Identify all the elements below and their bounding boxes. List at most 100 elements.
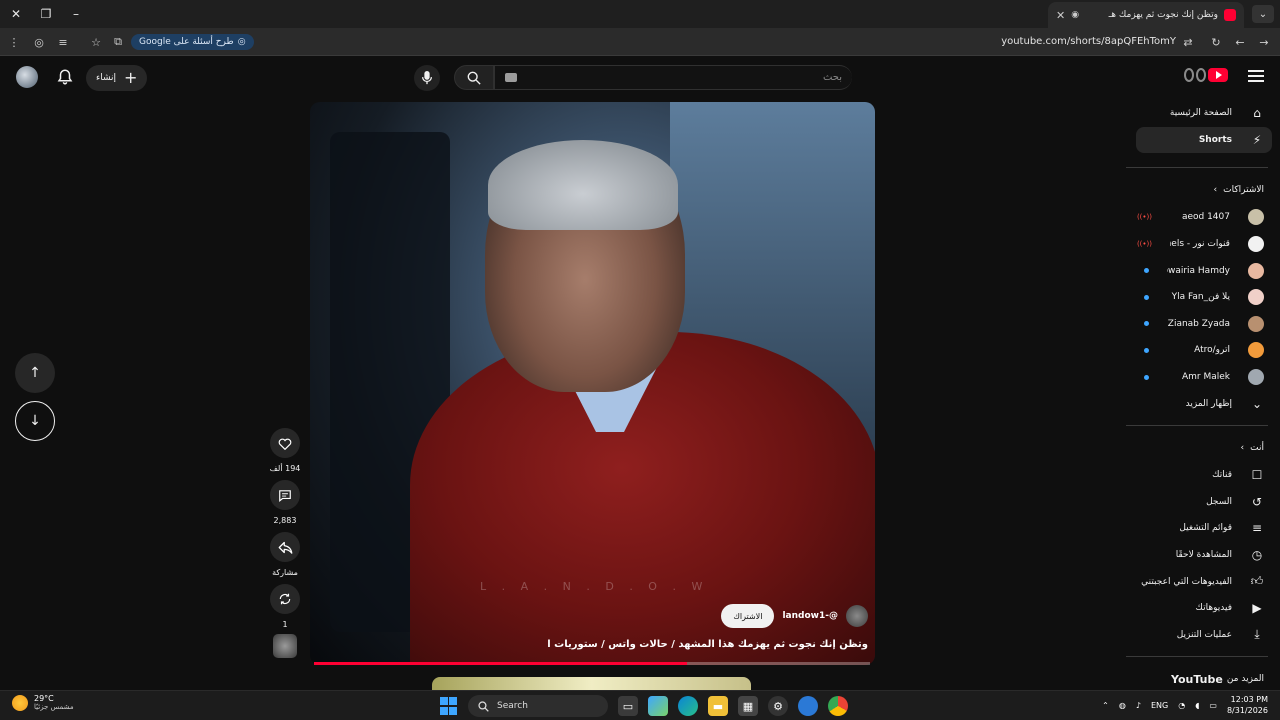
sidebar-item-playlist[interactable]: ≡ قوائم التشغيل (1126, 515, 1280, 542)
browser-menu-icon[interactable]: ⋮ (6, 34, 22, 50)
site-settings-icon[interactable]: ⇄ (1180, 34, 1196, 50)
sidebar-item-subscription[interactable]: Amr Malek (1126, 364, 1280, 391)
reload-icon[interactable]: ↻ (1208, 34, 1224, 50)
sidebar-item-subscription[interactable]: Zianab Zyada (1126, 311, 1280, 338)
ask-google-button[interactable]: ◎ طرح أسئلة على Google (131, 34, 254, 50)
close-window-icon[interactable]: ✕ (6, 4, 26, 24)
video-progress-bar[interactable] (314, 662, 870, 665)
windows-start-icon[interactable] (438, 696, 458, 716)
minimize-window-icon[interactable]: – (66, 4, 86, 24)
taskbar-search[interactable]: Search (468, 695, 608, 717)
bookmark-star-icon[interactable]: ☆ (88, 34, 104, 50)
weather-widget[interactable]: 29°C مشمس جزئيًا (12, 694, 74, 711)
show-more-button[interactable]: ⌄ إظهار المزيد (1126, 390, 1280, 417)
hamburger-menu-icon[interactable] (1248, 68, 1264, 84)
search-input[interactable]: بحث (494, 65, 852, 90)
settings-gear-icon[interactable]: ⚙ (768, 696, 788, 716)
sidebar-item-label: عمليات التنزيل (1176, 629, 1232, 640)
channel-handle[interactable]: @-landow1 (782, 611, 838, 621)
browser-tab[interactable]: وتظن إنك نجوت ثم يهزمك هـ ◉ ✕ (1048, 2, 1244, 28)
sidebar-item-home[interactable]: ⌂ الصفحة الرئيسية (1126, 100, 1280, 127)
sidebar-item-label: قناتك (1212, 470, 1232, 481)
next-short-preview[interactable] (432, 677, 751, 691)
remix-button[interactable] (270, 584, 300, 614)
account-avatar[interactable] (16, 66, 38, 88)
playlist-icon: ≡ (1251, 521, 1263, 536)
youtube-logo[interactable] (1184, 68, 1228, 82)
sidebar-item-subscription[interactable]: أترو/Atro (1126, 337, 1280, 364)
sidebar-item-subscription[interactable]: قنوات نور - hannels... ((•)) (1126, 231, 1280, 258)
original-sound-thumbnail[interactable] (273, 634, 297, 658)
voice-search-button[interactable] (414, 65, 440, 91)
messenger-icon[interactable] (798, 696, 818, 716)
sidebar: ⌂ الصفحة الرئيسية ⚡ Shorts الاشتراكات › … (1126, 100, 1280, 690)
install-app-icon[interactable]: ⧉ (110, 34, 126, 50)
microsoft-store-icon[interactable]: ▦ (738, 696, 758, 716)
channel-avatar (1248, 315, 1264, 332)
like-button[interactable] (270, 428, 300, 458)
next-short-button[interactable]: ↓ (15, 401, 55, 441)
channel-avatar (1248, 262, 1264, 279)
sidebar-item-download[interactable]: ⤓ عمليات التنزيل (1126, 622, 1280, 649)
share-icon (278, 541, 292, 554)
sidebar-item-video[interactable]: ▶ فيديوهاتك (1126, 595, 1280, 622)
subscriptions-heading[interactable]: الاشتراكات › (1126, 176, 1280, 204)
keyboard-icon[interactable] (505, 73, 517, 82)
search-button[interactable] (454, 65, 494, 90)
address-bar[interactable]: youtube.com/shorts/8apQFEhTomY (1001, 36, 1176, 47)
share-button[interactable] (270, 532, 300, 562)
copilot-icon[interactable] (648, 696, 668, 716)
wifi-icon[interactable]: ◔ (1178, 701, 1185, 710)
sidebar-item-label: فيديوهاتك (1195, 603, 1232, 614)
subscribe-button[interactable]: الاشتراك (721, 604, 775, 628)
chrome-icon[interactable] (828, 696, 848, 716)
you-heading[interactable]: أنت › (1126, 434, 1280, 462)
sidebar-item-subscription[interactable]: يلا فن_Yla Fan (1126, 284, 1280, 311)
live-indicator-icon: ((•)) (1136, 240, 1152, 249)
sidebar-item-clock[interactable]: ◷ المشاهدة لاحقًا (1126, 542, 1280, 569)
back-icon[interactable]: → (1256, 34, 1272, 50)
microphone-icon[interactable]: ♪ (1136, 701, 1141, 710)
edge-icon[interactable] (678, 696, 698, 716)
sidebar-item-label: أترو/Atro (1194, 345, 1230, 356)
section-title: المزيد من (1226, 674, 1264, 685)
clock[interactable]: 12:03 PM 8/31/2026 (1227, 694, 1268, 716)
battery-icon[interactable]: ▭ (1209, 701, 1217, 710)
sidebar-item-subscription[interactable]: aeod 1407 ((•)) (1126, 204, 1280, 231)
create-button[interactable]: إنشاء + (86, 65, 148, 91)
file-explorer-icon[interactable]: ▬ (708, 696, 728, 716)
notifications-bell-icon[interactable] (56, 68, 74, 86)
weather-condition: مشمس جزئيًا (34, 703, 74, 711)
channel-avatar (1248, 342, 1264, 359)
create-label: إنشاء (96, 73, 117, 83)
comments-button[interactable] (270, 480, 300, 510)
forward-icon[interactable]: ← (1232, 34, 1248, 50)
microphone-icon (421, 71, 433, 85)
new-content-dot (1144, 374, 1149, 380)
sidebar-item-person[interactable]: ☐ قناتك (1126, 462, 1280, 489)
system-tray: ⌃ ◍ ♪ ENG ◔ ◖ ▭ 12:03 PM 8/31/2026 (1102, 694, 1268, 716)
volume-icon[interactable]: ◖ (1195, 701, 1199, 710)
youtube-header: إنشاء + بحث (0, 56, 1280, 98)
previous-short-button[interactable]: ↑ (15, 353, 55, 393)
extensions-icon[interactable]: ◎ (31, 34, 47, 50)
close-tab-icon[interactable]: ✕ (1056, 9, 1065, 22)
short-video-player[interactable]: L . A . N . D . O . W (310, 102, 875, 665)
audio-playing-icon[interactable]: ◉ (1071, 10, 1079, 20)
like-count: 194 ألف (269, 464, 301, 473)
short-title[interactable]: وتظن إنك نجوت ثم يهزمك هذا المشهد / حالا… (548, 639, 868, 650)
restore-window-icon[interactable]: ❐ (36, 4, 56, 24)
channel-avatar[interactable] (846, 605, 868, 627)
sidebar-item-subscription[interactable]: Jowairia Hamdy (1126, 257, 1280, 284)
sidebar-item-history[interactable]: ↺ السجل (1126, 489, 1280, 516)
comment-icon (279, 489, 291, 502)
language-indicator[interactable]: ENG (1151, 701, 1168, 710)
sidebar-item-label: Zianab Zyada (1167, 318, 1230, 329)
sidebar-item-shorts[interactable]: ⚡ Shorts (1136, 126, 1272, 154)
reading-list-icon[interactable]: ≡ (55, 34, 71, 50)
show-hidden-icons-icon[interactable]: ⌃ (1102, 701, 1109, 710)
tab-search-icon[interactable]: ⌄ (1252, 5, 1274, 23)
sidebar-item-thumb-up[interactable]: 👍︎ الفيديوهات التي أعجبتني (1126, 568, 1280, 595)
network-status-icon[interactable]: ◍ (1119, 701, 1126, 710)
task-view-icon[interactable]: ▭ (618, 696, 638, 716)
